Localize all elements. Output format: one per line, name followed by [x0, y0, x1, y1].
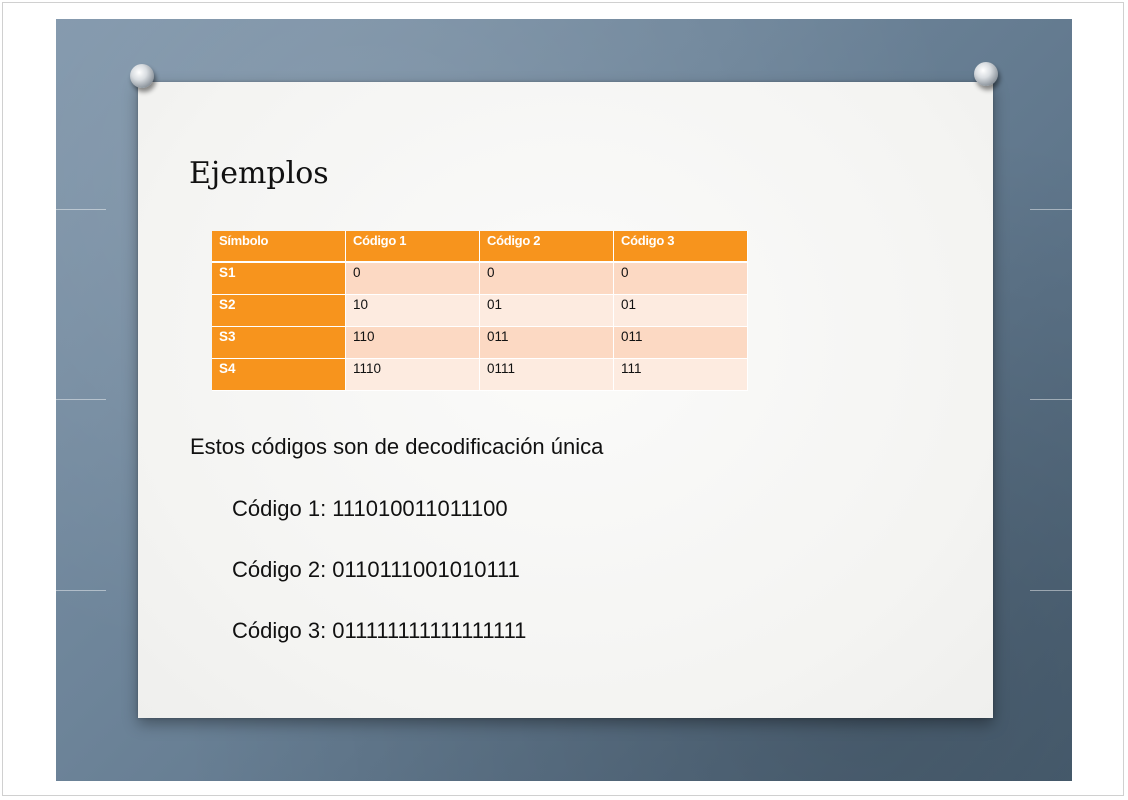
code-cell: 01: [614, 295, 748, 327]
code-cell: 0111: [480, 359, 614, 391]
symbol-cell: S4: [212, 359, 346, 391]
decorative-line: [1030, 399, 1072, 400]
example-codigo-2: Código 2: 0110111001010111: [232, 557, 520, 582]
header-simbolo: Símbolo: [212, 231, 346, 263]
code-cell: 1110: [346, 359, 480, 391]
decorative-line: [56, 590, 106, 591]
code-cell: 0: [346, 263, 480, 295]
table-row: S4 1110 0111 111: [212, 359, 748, 391]
symbol-cell: S3: [212, 327, 346, 359]
statement-text: Estos códigos son de decodificación únic…: [190, 434, 604, 459]
code-cell: 011: [480, 327, 614, 359]
code-cell: 011: [614, 327, 748, 359]
code-cell: 111: [614, 359, 748, 391]
example-codigo-3: Código 3: 011111111111111111: [232, 618, 527, 643]
code-cell: 110: [346, 327, 480, 359]
table-row: S1 0 0 0: [212, 263, 748, 295]
code-cell: 01: [480, 295, 614, 327]
decorative-line: [56, 399, 106, 400]
decorative-line: [56, 209, 106, 210]
code-cell: 10: [346, 295, 480, 327]
header-codigo-3: Código 3: [614, 231, 748, 263]
symbol-cell: S1: [212, 263, 346, 295]
code-table: Símbolo Código 1 Código 2 Código 3 S1 0 …: [212, 231, 748, 391]
header-codigo-1: Código 1: [346, 231, 480, 263]
decorative-line: [1030, 590, 1072, 591]
pushpin-icon-left: [130, 64, 154, 94]
table-row: S2 10 01 01: [212, 295, 748, 327]
symbol-cell: S2: [212, 295, 346, 327]
code-cell: 0: [614, 263, 748, 295]
code-cell: 0: [480, 263, 614, 295]
pushpin-icon-right: [974, 62, 998, 92]
slide-title: Ejemplos: [189, 156, 329, 191]
table-row: S3 110 011 011: [212, 327, 748, 359]
header-codigo-2: Código 2: [480, 231, 614, 263]
table-header-row: Símbolo Código 1 Código 2 Código 3: [212, 231, 748, 263]
decorative-line: [1030, 209, 1072, 210]
example-codigo-1: Código 1: 111010011011100: [232, 496, 508, 521]
